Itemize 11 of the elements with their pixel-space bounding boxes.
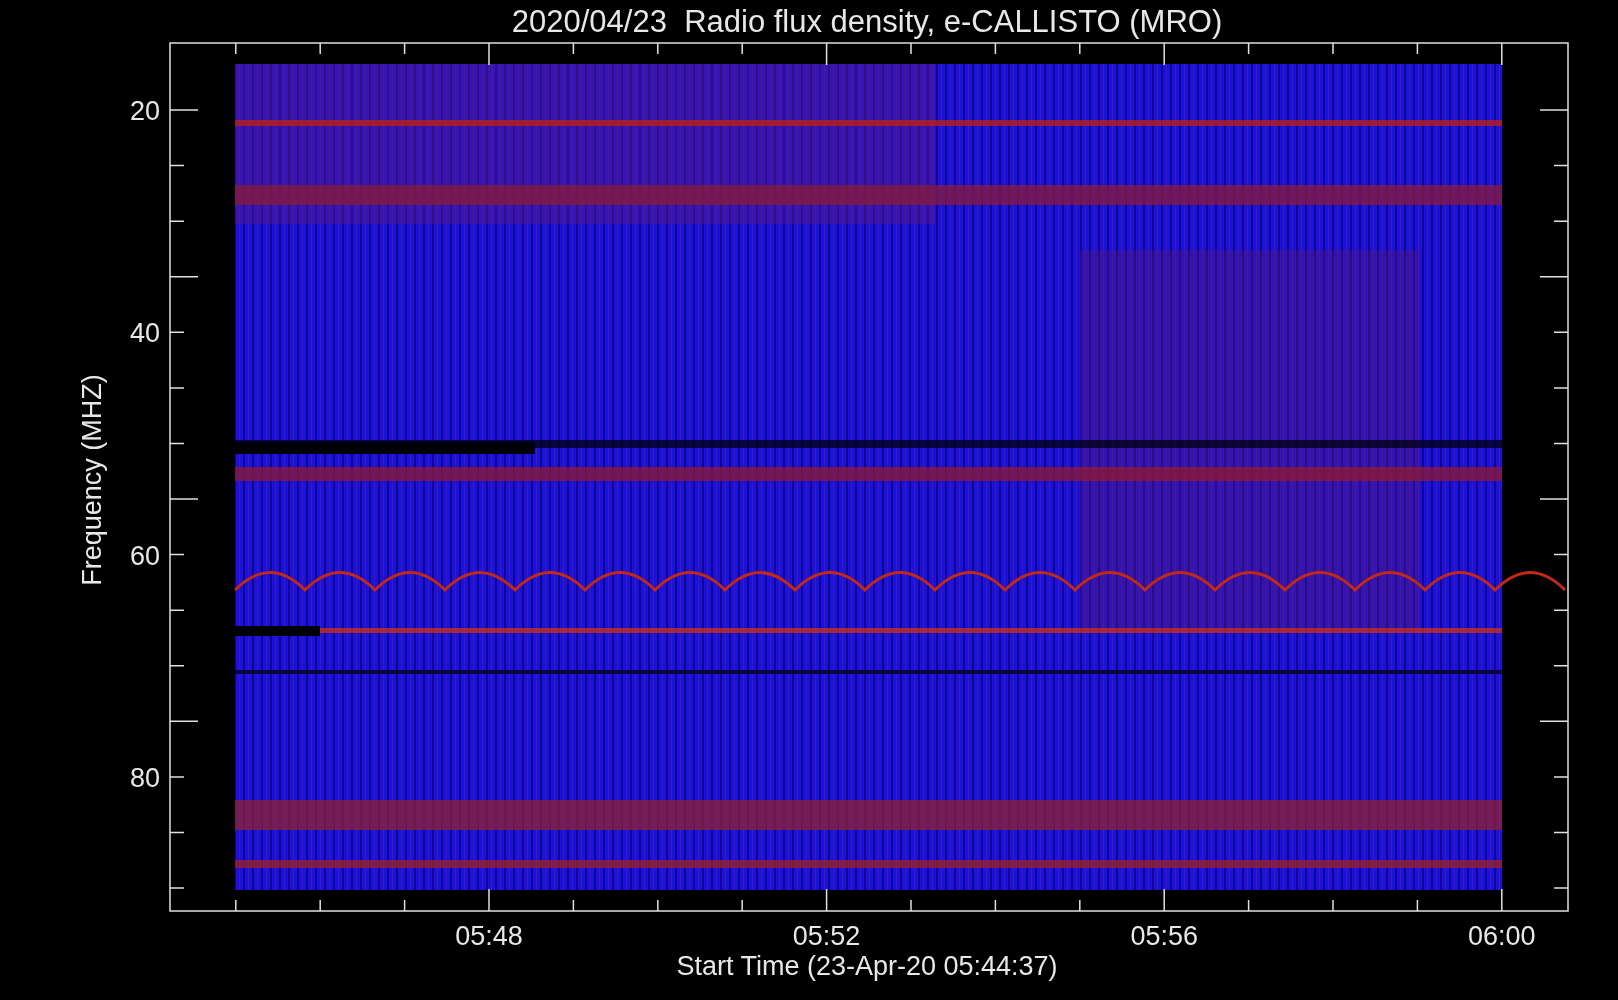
chart-title: 2020/04/23 Radio flux density, e-CALLISTO (MRO) bbox=[511, 4, 1223, 39]
y-tick-label: 20 bbox=[129, 96, 160, 126]
x-tick-label: 05:52 bbox=[792, 921, 861, 951]
x-tick-label: 06:00 bbox=[1468, 921, 1536, 951]
y-axis-label: Frequency (MHZ) bbox=[77, 374, 107, 586]
x-tick-label: 05:48 bbox=[455, 921, 523, 951]
x-tick-label: 05:56 bbox=[1130, 921, 1198, 951]
x-axis-label: Start Time (23-Apr-20 05:44:37) bbox=[676, 951, 1058, 981]
y-tick-label: 80 bbox=[129, 762, 160, 793]
y-tick-label: 60 bbox=[129, 540, 160, 571]
y-tick-label: 40 bbox=[129, 318, 160, 349]
